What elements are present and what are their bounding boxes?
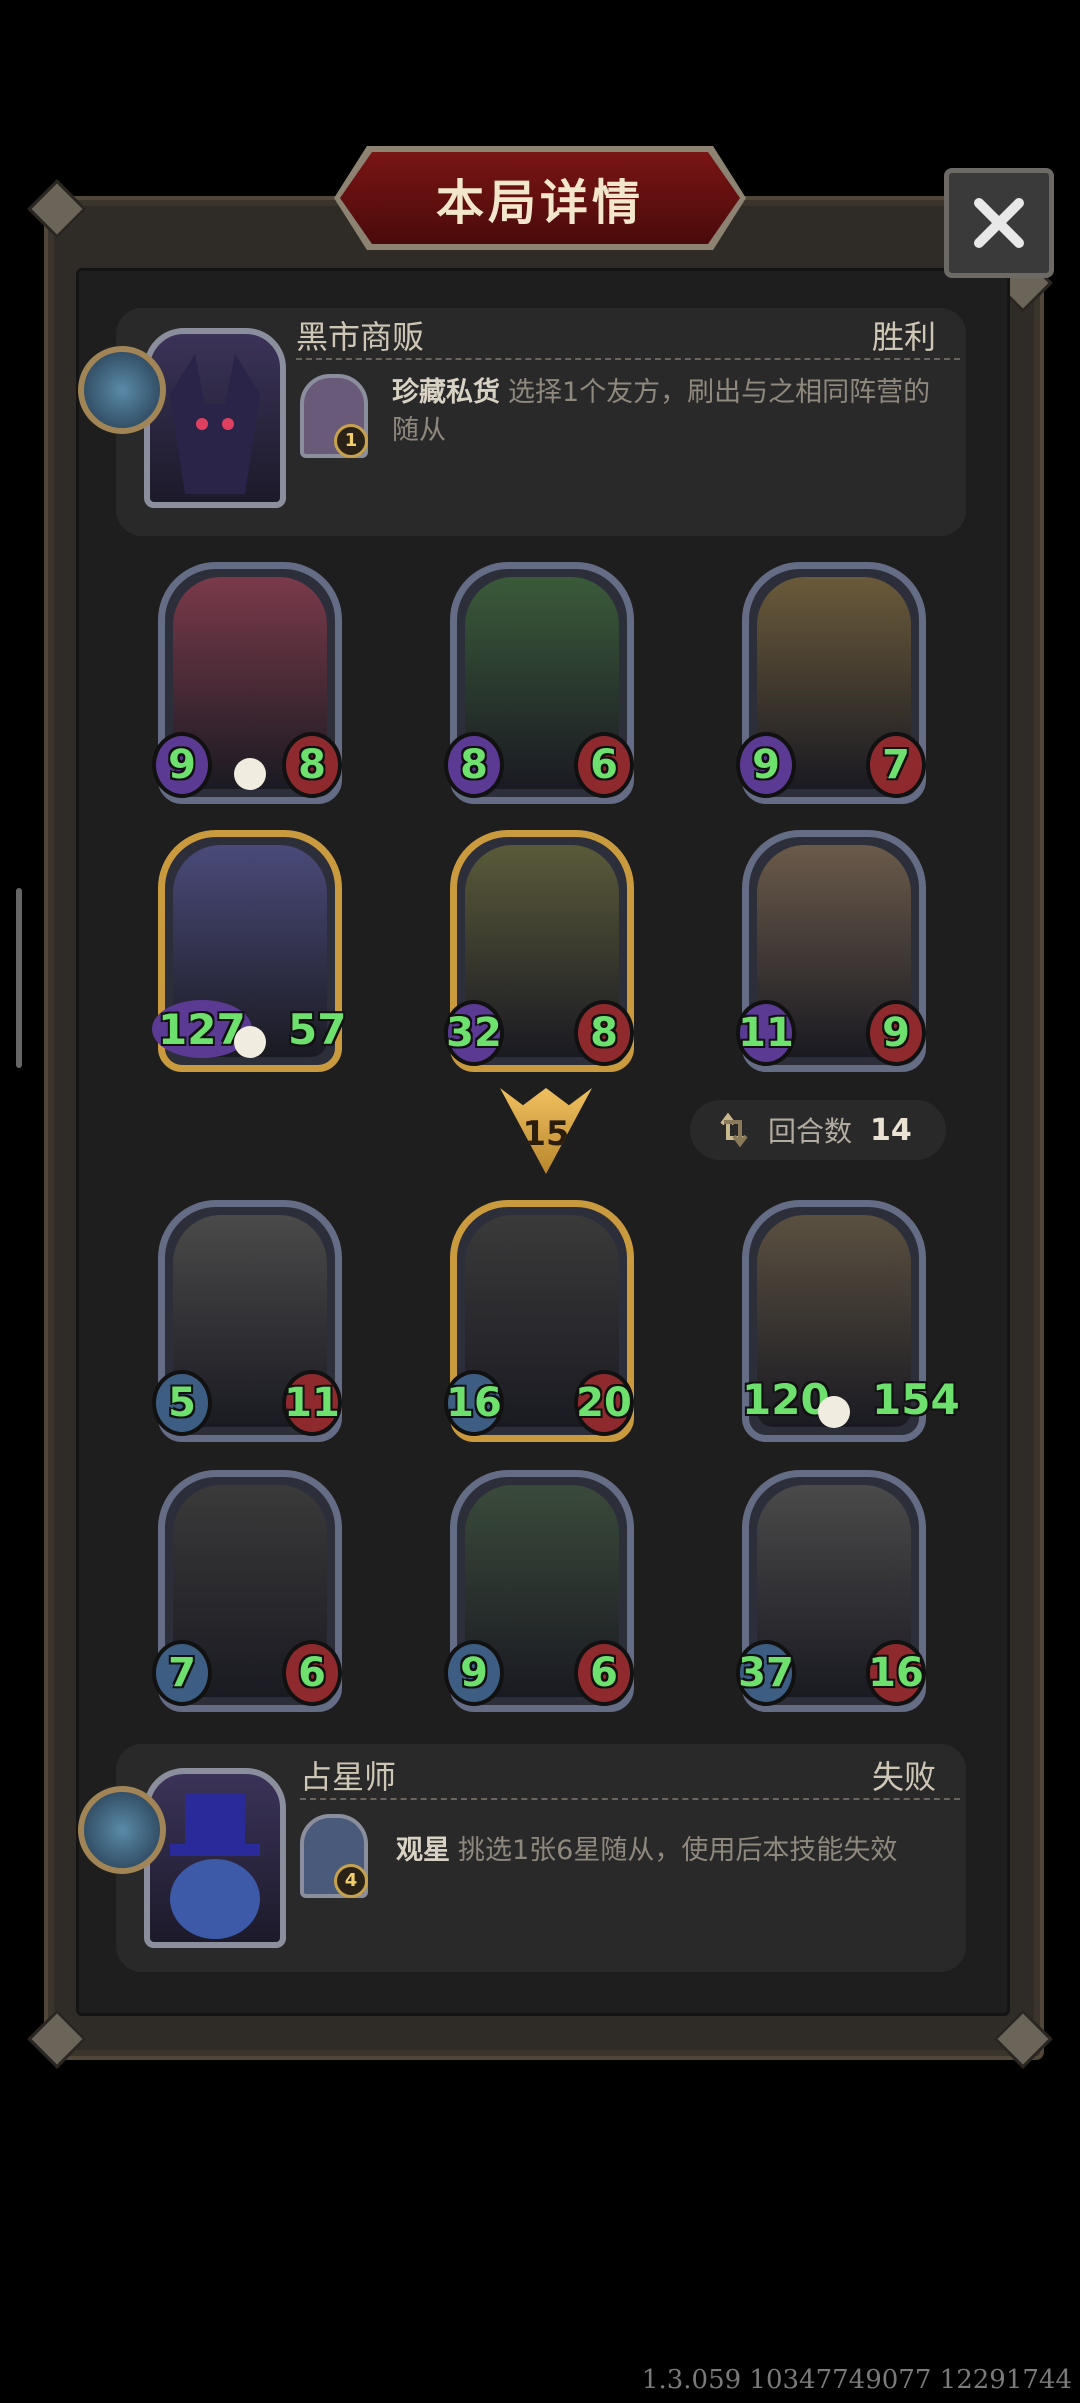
minion-attack: 32: [444, 1000, 504, 1066]
minion-attack: 16: [444, 1370, 504, 1436]
skill-description-bottom: 观星 挑选1张6星随从，使用后本技能失效: [396, 1832, 956, 1870]
version-text: 1.3.059 10347749077 12291744: [641, 2365, 1072, 2395]
title-banner: 本局详情: [340, 152, 740, 244]
player-name-bottom: 占星师: [300, 1758, 397, 1796]
skill-name-top: 珍藏私货: [392, 377, 500, 408]
round-counter: 回合数 14: [690, 1100, 946, 1160]
top-hat-wizard-icon: [170, 1794, 260, 1939]
hero-portrait-black-market[interactable]: [144, 328, 286, 508]
close-button[interactable]: [944, 168, 1054, 278]
minion-health: 20: [574, 1370, 634, 1436]
player-name-top: 黑市商贩: [296, 318, 425, 356]
minion-attack: 37: [736, 1640, 796, 1706]
minion-health: 6: [282, 1640, 342, 1706]
player-result-top: 胜利: [872, 318, 937, 356]
minion-health: 11: [282, 1370, 342, 1436]
divider: [296, 358, 960, 360]
minion-attack: 8: [444, 732, 504, 798]
minion-attack: 5: [152, 1370, 212, 1436]
minion-health: 154: [872, 1374, 960, 1424]
minion-health: 16: [866, 1640, 926, 1706]
skill-text-bottom: 挑选1张6星随从，使用后本技能失效: [458, 1835, 898, 1866]
round-label: 回合数: [768, 1115, 853, 1148]
minion-health: 7: [866, 732, 926, 798]
skill-cost-badge: 4: [334, 1864, 368, 1898]
minion-health: 57: [288, 1004, 347, 1054]
skill-cost-badge: 1: [334, 424, 368, 458]
skill-description-top: 珍藏私货 选择1个友方，刷出与之相同阵营的随从: [392, 374, 952, 450]
minion-attack: 9: [152, 732, 212, 798]
minion-health: 8: [574, 1000, 634, 1066]
minion-attack: 9: [736, 732, 796, 798]
round-value: 14: [870, 1112, 912, 1148]
pocket-watch-icon: [78, 1786, 166, 1874]
minion-health: 6: [574, 1640, 634, 1706]
minion-attack: 9: [444, 1640, 504, 1706]
skill-name-bottom: 观星: [396, 1835, 450, 1866]
hero-portrait-astrologer[interactable]: [144, 1768, 286, 1948]
skull-icon: [818, 1396, 850, 1428]
minion-health: 6: [574, 732, 634, 798]
minion-attack: 7: [152, 1640, 212, 1706]
skull-icon: [234, 758, 266, 790]
minion-health: 8: [282, 732, 342, 798]
close-x-icon: [974, 198, 1024, 248]
minion-attack: 11: [736, 1000, 796, 1066]
divider: [300, 1798, 960, 1800]
pocket-watch-icon: [78, 346, 166, 434]
player-result-bottom: 失败: [872, 1758, 937, 1796]
dialog-title: 本局详情: [435, 175, 644, 231]
side-handle[interactable]: [16, 888, 22, 1068]
skull-icon: [234, 1026, 266, 1058]
bat-merchant-icon: [170, 354, 260, 494]
refresh-arrows-icon: [720, 1112, 748, 1148]
minion-health: 9: [866, 1000, 926, 1066]
